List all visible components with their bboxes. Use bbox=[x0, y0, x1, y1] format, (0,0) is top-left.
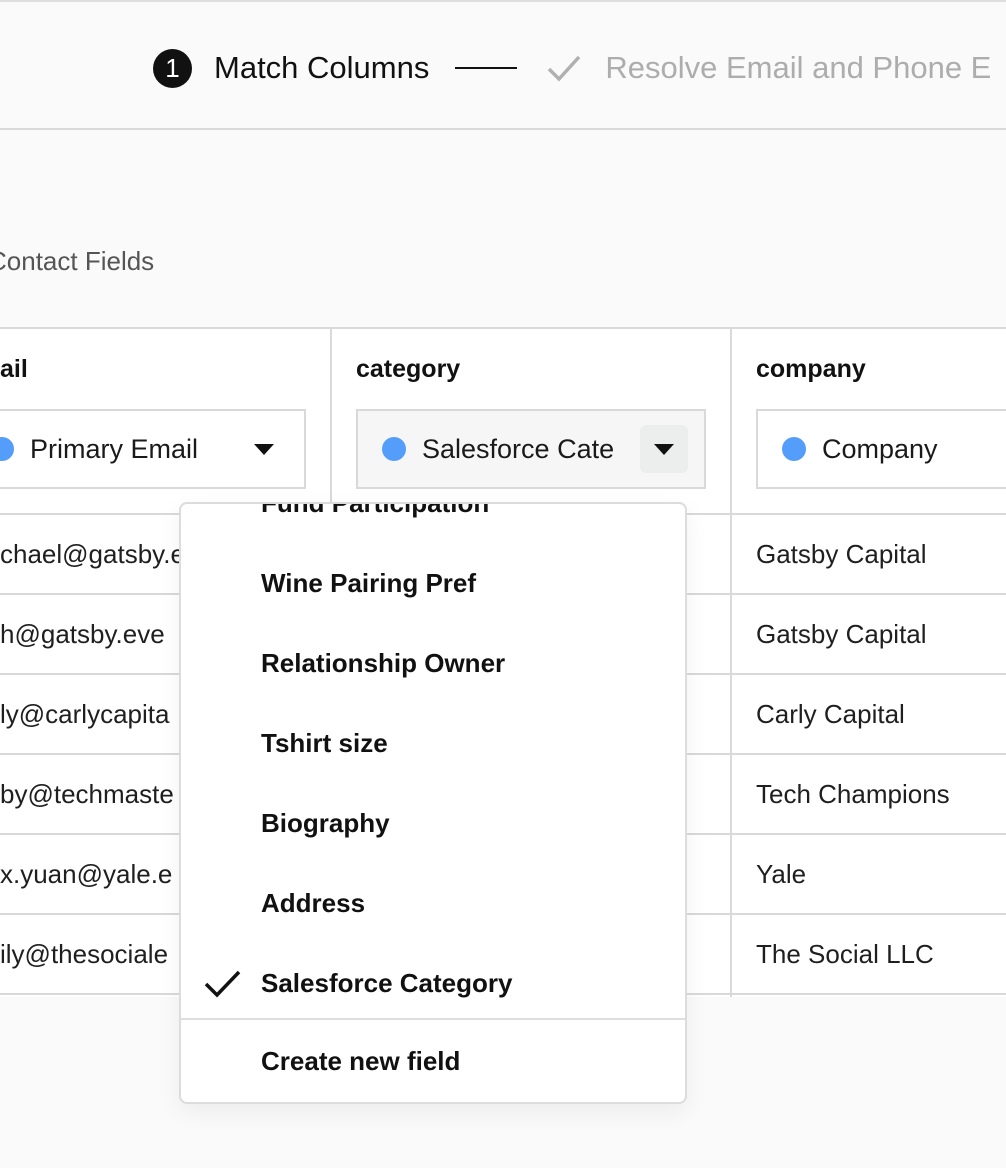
caret-down-icon bbox=[654, 443, 674, 455]
dropdown-option[interactable]: Address bbox=[181, 863, 685, 943]
stepper: 1 Match Columns Resolve Email and Phone … bbox=[153, 48, 991, 88]
dropdown-option[interactable]: Relationship Owner bbox=[181, 623, 685, 703]
step-label-resolve: Resolve Email and Phone E bbox=[605, 50, 992, 85]
dropdown-option-selected[interactable]: Salesforce Category bbox=[181, 943, 685, 1022]
stepper-bar: 1 Match Columns Resolve Email and Phone … bbox=[0, 0, 1006, 130]
column-title: company bbox=[756, 355, 866, 383]
table-cell: Yale bbox=[732, 835, 1006, 915]
field-mapping-select[interactable]: Primary Email bbox=[0, 409, 306, 489]
field-mapping-select[interactable]: Salesforce Cate bbox=[356, 409, 706, 489]
table-cell: The Social LLC bbox=[732, 915, 1006, 995]
dropdown-option[interactable]: Wine Pairing Pref bbox=[181, 543, 685, 623]
status-dot-icon bbox=[782, 437, 806, 461]
status-dot-icon bbox=[382, 437, 406, 461]
table-cell: Carly Capital bbox=[732, 675, 1006, 755]
dropdown-option[interactable]: Tshirt size bbox=[181, 703, 685, 783]
step-connector bbox=[455, 67, 518, 69]
mapping-label: Company bbox=[822, 433, 938, 464]
step-number-badge: 1 bbox=[153, 48, 192, 88]
dropdown-list: Fund Participation Wine Pairing Pref Rel… bbox=[181, 504, 685, 1022]
dropdown-toggle[interactable] bbox=[640, 425, 688, 473]
column-header: ail Primary Email bbox=[0, 329, 330, 515]
section-title: Contact Fields bbox=[0, 246, 155, 276]
status-dot-icon bbox=[0, 437, 14, 461]
table-cell: Gatsby Capital bbox=[732, 595, 1006, 675]
mapping-label: Salesforce Cate bbox=[422, 433, 615, 464]
dropdown-option[interactable]: Biography bbox=[181, 783, 685, 863]
column-header: company Company bbox=[732, 329, 1006, 515]
dropdown-scroll-area[interactable]: Fund Participation Wine Pairing Pref Rel… bbox=[181, 504, 685, 1022]
column-title: ail bbox=[0, 355, 28, 383]
field-dropdown-menu: Fund Participation Wine Pairing Pref Rel… bbox=[179, 502, 687, 1104]
caret-down-icon bbox=[254, 443, 274, 455]
column-company: company Company Gatsby Capital Gatsby Ca… bbox=[732, 329, 1006, 997]
step-label-match-columns: Match Columns bbox=[214, 50, 430, 85]
check-icon bbox=[545, 49, 583, 87]
mapping-label: Primary Email bbox=[30, 433, 199, 464]
column-title: category bbox=[356, 355, 461, 383]
dropdown-toggle[interactable] bbox=[240, 425, 288, 473]
table-cell: Tech Champions bbox=[732, 755, 1006, 835]
table-cell: Gatsby Capital bbox=[732, 515, 1006, 595]
column-header: category Salesforce Cate bbox=[332, 329, 730, 515]
checkmark-icon bbox=[204, 970, 241, 998]
dropdown-option[interactable]: Fund Participation bbox=[181, 504, 685, 543]
field-mapping-select[interactable]: Company bbox=[756, 409, 1006, 489]
create-new-field-button[interactable]: Create new field bbox=[181, 1018, 685, 1102]
